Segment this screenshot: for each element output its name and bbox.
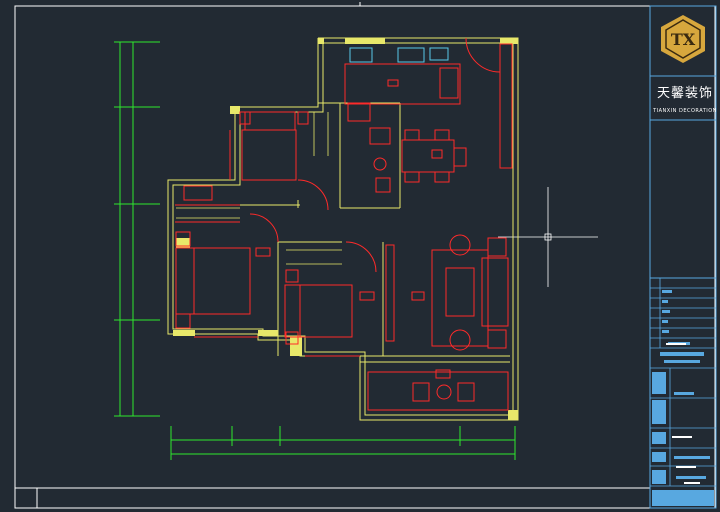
company-logo-icon: TX [661,15,705,63]
title-block [649,5,717,509]
company-name-cn: 天馨装饰 [656,86,713,101]
floor-plan-walls [167,37,519,421]
company-name-en: TIANXIN DECORATION [653,108,717,114]
dimension-lines [114,41,516,460]
wardrobe-hatching [176,112,342,265]
floor-plan-furniture [175,37,513,411]
cad-drawing-canvas[interactable]: TX [0,0,720,512]
fixture-details [349,47,449,63]
logo-monogram: TX [671,30,696,49]
